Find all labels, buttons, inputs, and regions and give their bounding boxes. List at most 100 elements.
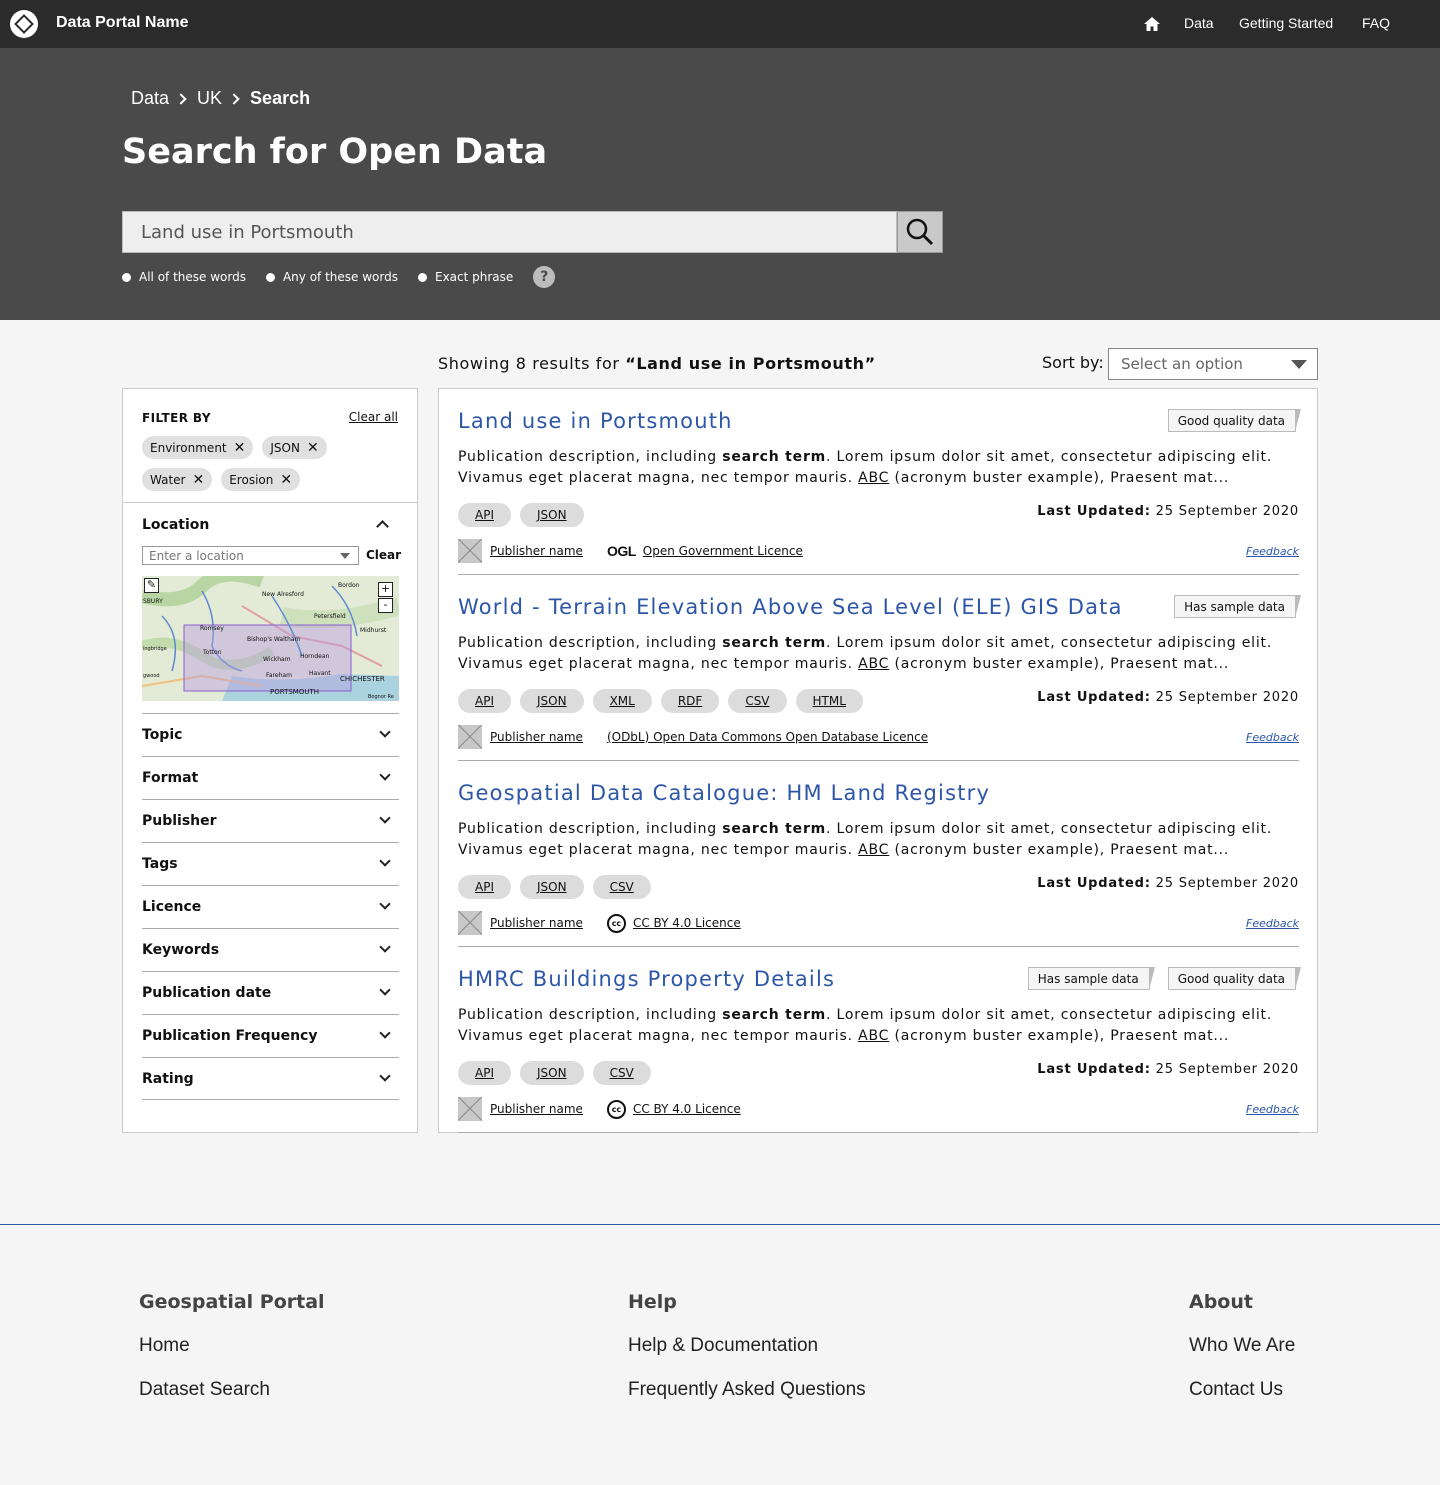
format-tag[interactable]: HTML: [795, 689, 863, 713]
licence-link[interactable]: CC BY 4.0 Licence: [633, 916, 741, 930]
ogl-licence-icon: OGL: [606, 543, 636, 559]
help-icon[interactable]: ?: [533, 266, 556, 288]
map-label: Wickham: [263, 656, 291, 663]
footer-link-who-we-are[interactable]: Who We Are: [1189, 1335, 1295, 1357]
last-updated: Last Updated: 25 September 2020: [1037, 1062, 1299, 1077]
abbr-link[interactable]: ABC: [858, 1028, 889, 1044]
filter-publication-frequency[interactable]: Publication Frequency: [142, 1014, 399, 1057]
format-tag[interactable]: CSV: [728, 689, 787, 713]
feedback-link[interactable]: Feedback: [1246, 731, 1299, 744]
result-badges: Good quality data: [1167, 409, 1302, 432]
filter-chip[interactable]: Environment ✕: [142, 436, 254, 459]
chevron-right-icon: [175, 92, 187, 105]
zoom-out-button[interactable]: -: [378, 598, 393, 613]
zoom-in-button[interactable]: +: [378, 582, 393, 597]
chevron-up-icon[interactable]: [376, 520, 389, 533]
format-tag[interactable]: API: [458, 689, 511, 713]
format-tag[interactable]: JSON: [519, 689, 584, 713]
home-icon[interactable]: [1143, 15, 1161, 33]
footer-link-home[interactable]: Home: [139, 1335, 190, 1357]
radio-any-words[interactable]: Any of these words: [265, 270, 398, 284]
format-tag[interactable]: JSON: [519, 875, 584, 899]
result-title-link[interactable]: Land use in Portsmouth: [458, 409, 733, 433]
breadcrumb-uk[interactable]: UK: [197, 88, 222, 109]
filter-rating[interactable]: Rating: [142, 1057, 399, 1100]
format-tag[interactable]: CSV: [592, 875, 651, 899]
portal-name[interactable]: Data Portal Name: [56, 14, 189, 32]
feedback-link[interactable]: Feedback: [1246, 1103, 1299, 1116]
footer-link-help-docs[interactable]: Help & Documentation: [628, 1335, 818, 1357]
abbr-link[interactable]: ABC: [858, 842, 889, 858]
search-input[interactable]: Land use in Portsmouth: [122, 211, 897, 253]
nav-link-faq[interactable]: FAQ: [1362, 15, 1390, 31]
close-icon[interactable]: ✕: [234, 441, 246, 455]
result-title-link[interactable]: Geospatial Data Catalogue: HM Land Regis…: [458, 781, 990, 805]
format-tag[interactable]: API: [458, 875, 511, 899]
edit-draw-icon[interactable]: ✎: [144, 578, 159, 593]
creative-commons-icon: cc: [606, 1099, 626, 1119]
breadcrumb-data[interactable]: Data: [131, 88, 169, 109]
format-tag[interactable]: API: [458, 503, 511, 527]
feedback-link[interactable]: Feedback: [1246, 917, 1299, 930]
location-input[interactable]: Enter a location: [142, 546, 359, 565]
filter-chip[interactable]: Water ✕: [142, 468, 213, 491]
filter-licence[interactable]: Licence: [142, 885, 399, 928]
licence-link[interactable]: Open Government Licence: [643, 544, 803, 558]
abbr-link[interactable]: ABC: [858, 470, 889, 486]
close-icon[interactable]: ✕: [192, 473, 204, 487]
filter-chip[interactable]: Erosion ✕: [221, 468, 301, 491]
result-description: Publication description, including searc…: [458, 635, 1273, 672]
filter-publication-date[interactable]: Publication date: [142, 971, 399, 1014]
format-tag[interactable]: JSON: [519, 503, 584, 527]
filter-publisher[interactable]: Publisher: [142, 799, 399, 842]
chip-label: Water: [150, 472, 186, 487]
feedback-link[interactable]: Feedback: [1246, 545, 1299, 558]
format-tag[interactable]: XML: [592, 689, 652, 713]
map-label: Havant: [309, 670, 331, 677]
publisher-link[interactable]: Publisher name: [490, 1102, 583, 1116]
footer-link-dataset-search[interactable]: Dataset Search: [139, 1379, 270, 1401]
chip-label: JSON: [270, 440, 300, 455]
filter-tags[interactable]: Tags: [142, 842, 399, 885]
nav-link-data[interactable]: Data: [1184, 15, 1214, 31]
publisher-link[interactable]: Publisher name: [490, 730, 583, 744]
filter-keywords[interactable]: Keywords: [142, 928, 399, 971]
format-tag[interactable]: CSV: [592, 1061, 651, 1085]
filter-topic[interactable]: Topic: [142, 713, 399, 756]
footer-title-help: Help: [628, 1291, 677, 1313]
sort-select[interactable]: Select an option: [1108, 348, 1318, 380]
close-icon[interactable]: ✕: [280, 473, 292, 487]
licence-link[interactable]: (ODbL) Open Data Commons Open Database L…: [607, 730, 928, 744]
format-tag[interactable]: JSON: [519, 1061, 584, 1085]
filter-title: FILTER BY: [142, 411, 211, 425]
radio-all-words[interactable]: All of these words: [122, 270, 246, 284]
format-tag[interactable]: API: [458, 1061, 511, 1085]
format-tags: API JSON CSV: [458, 875, 651, 899]
filter-format[interactable]: Format: [142, 756, 399, 799]
publisher-row: Publisher name (ODbL) Open Data Commons O…: [458, 725, 928, 749]
search-button[interactable]: [897, 211, 943, 253]
licence-link[interactable]: CC BY 4.0 Licence: [633, 1102, 741, 1116]
caret-down-icon: [340, 553, 350, 559]
format-tag[interactable]: RDF: [660, 689, 720, 713]
result-title-link[interactable]: World - Terrain Elevation Above Sea Leve…: [458, 595, 1123, 619]
last-updated: Last Updated: 25 September 2020: [1037, 690, 1299, 705]
publisher-link[interactable]: Publisher name: [490, 916, 583, 930]
clear-all-link[interactable]: Clear all: [349, 410, 398, 424]
nav-link-getting-started[interactable]: Getting Started: [1239, 15, 1333, 31]
chevron-right-icon: [228, 92, 240, 105]
radio-exact-phrase[interactable]: Exact phrase: [417, 270, 513, 284]
close-icon[interactable]: ✕: [307, 441, 319, 455]
filter-chip[interactable]: JSON ✕: [262, 436, 327, 459]
footer-link-contact-us[interactable]: Contact Us: [1189, 1379, 1283, 1401]
result-title-link[interactable]: HMRC Buildings Property Details: [458, 967, 835, 991]
location-map[interactable]: ✎ + - Bordon New Alresford SBURY Romsey …: [142, 576, 399, 701]
publisher-link[interactable]: Publisher name: [490, 544, 583, 558]
location-clear-button[interactable]: Clear: [366, 548, 401, 562]
footer-link-faq[interactable]: Frequently Asked Questions: [628, 1379, 866, 1401]
quality-badge: Has sample data: [1174, 595, 1301, 618]
logo-icon[interactable]: [10, 10, 38, 38]
result-card: Geospatial Data Catalogue: HM Land Regis…: [458, 761, 1299, 947]
abbr-link[interactable]: ABC: [858, 656, 889, 672]
location-heading[interactable]: Location: [142, 517, 209, 533]
